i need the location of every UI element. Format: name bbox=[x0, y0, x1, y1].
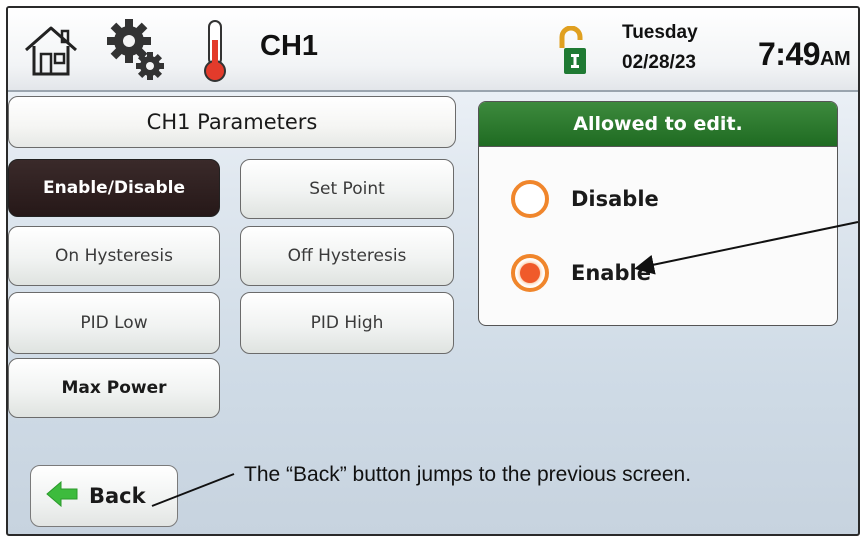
clock: 7:49AM bbox=[758, 36, 851, 73]
channel-title: CH1 bbox=[260, 30, 319, 62]
left-arrow-icon bbox=[45, 480, 79, 511]
enable-option[interactable]: Enable bbox=[511, 254, 651, 292]
back-button-label: Back bbox=[89, 484, 146, 508]
enable-disable-button[interactable]: Enable/Disable bbox=[8, 159, 220, 217]
home-icon[interactable] bbox=[22, 22, 80, 82]
settings-gears-icon[interactable] bbox=[104, 18, 166, 86]
back-button-annotation: The “Back” button jumps to the previous … bbox=[244, 463, 692, 486]
edit-status-header: Allowed to edit. bbox=[479, 102, 837, 147]
set-point-button[interactable]: Set Point bbox=[240, 159, 454, 219]
off-hysteresis-button[interactable]: Off Hysteresis bbox=[240, 226, 454, 286]
pid-high-button[interactable]: PID High bbox=[240, 292, 454, 354]
enable-radio-icon[interactable] bbox=[511, 254, 549, 292]
on-hysteresis-button[interactable]: On Hysteresis bbox=[8, 226, 220, 286]
parameters-title: CH1 Parameters bbox=[8, 96, 456, 148]
date-label: 02/28/23 bbox=[622, 52, 696, 73]
clock-time: 7:49 bbox=[758, 36, 821, 72]
edit-permission-panel: Allowed to edit. Disable Enable bbox=[478, 101, 838, 326]
thermometer-icon[interactable] bbox=[200, 18, 230, 88]
pid-low-button[interactable]: PID Low bbox=[8, 292, 220, 354]
max-power-button[interactable]: Max Power bbox=[8, 358, 220, 418]
disable-radio-icon[interactable] bbox=[511, 180, 549, 218]
enable-option-label: Enable bbox=[571, 261, 651, 285]
header-bar: CH1 Tuesday 02/28/23 7:49AM bbox=[8, 8, 858, 92]
day-label: Tuesday bbox=[622, 22, 698, 43]
disable-option-label: Disable bbox=[571, 187, 659, 211]
clock-ampm: AM bbox=[820, 48, 851, 70]
screen: CH1 Tuesday 02/28/23 7:49AM CH1 Paramete… bbox=[6, 6, 860, 536]
unlocked-padlock-icon[interactable] bbox=[556, 25, 588, 82]
back-button[interactable]: Back bbox=[30, 465, 178, 527]
disable-option[interactable]: Disable bbox=[511, 180, 659, 218]
